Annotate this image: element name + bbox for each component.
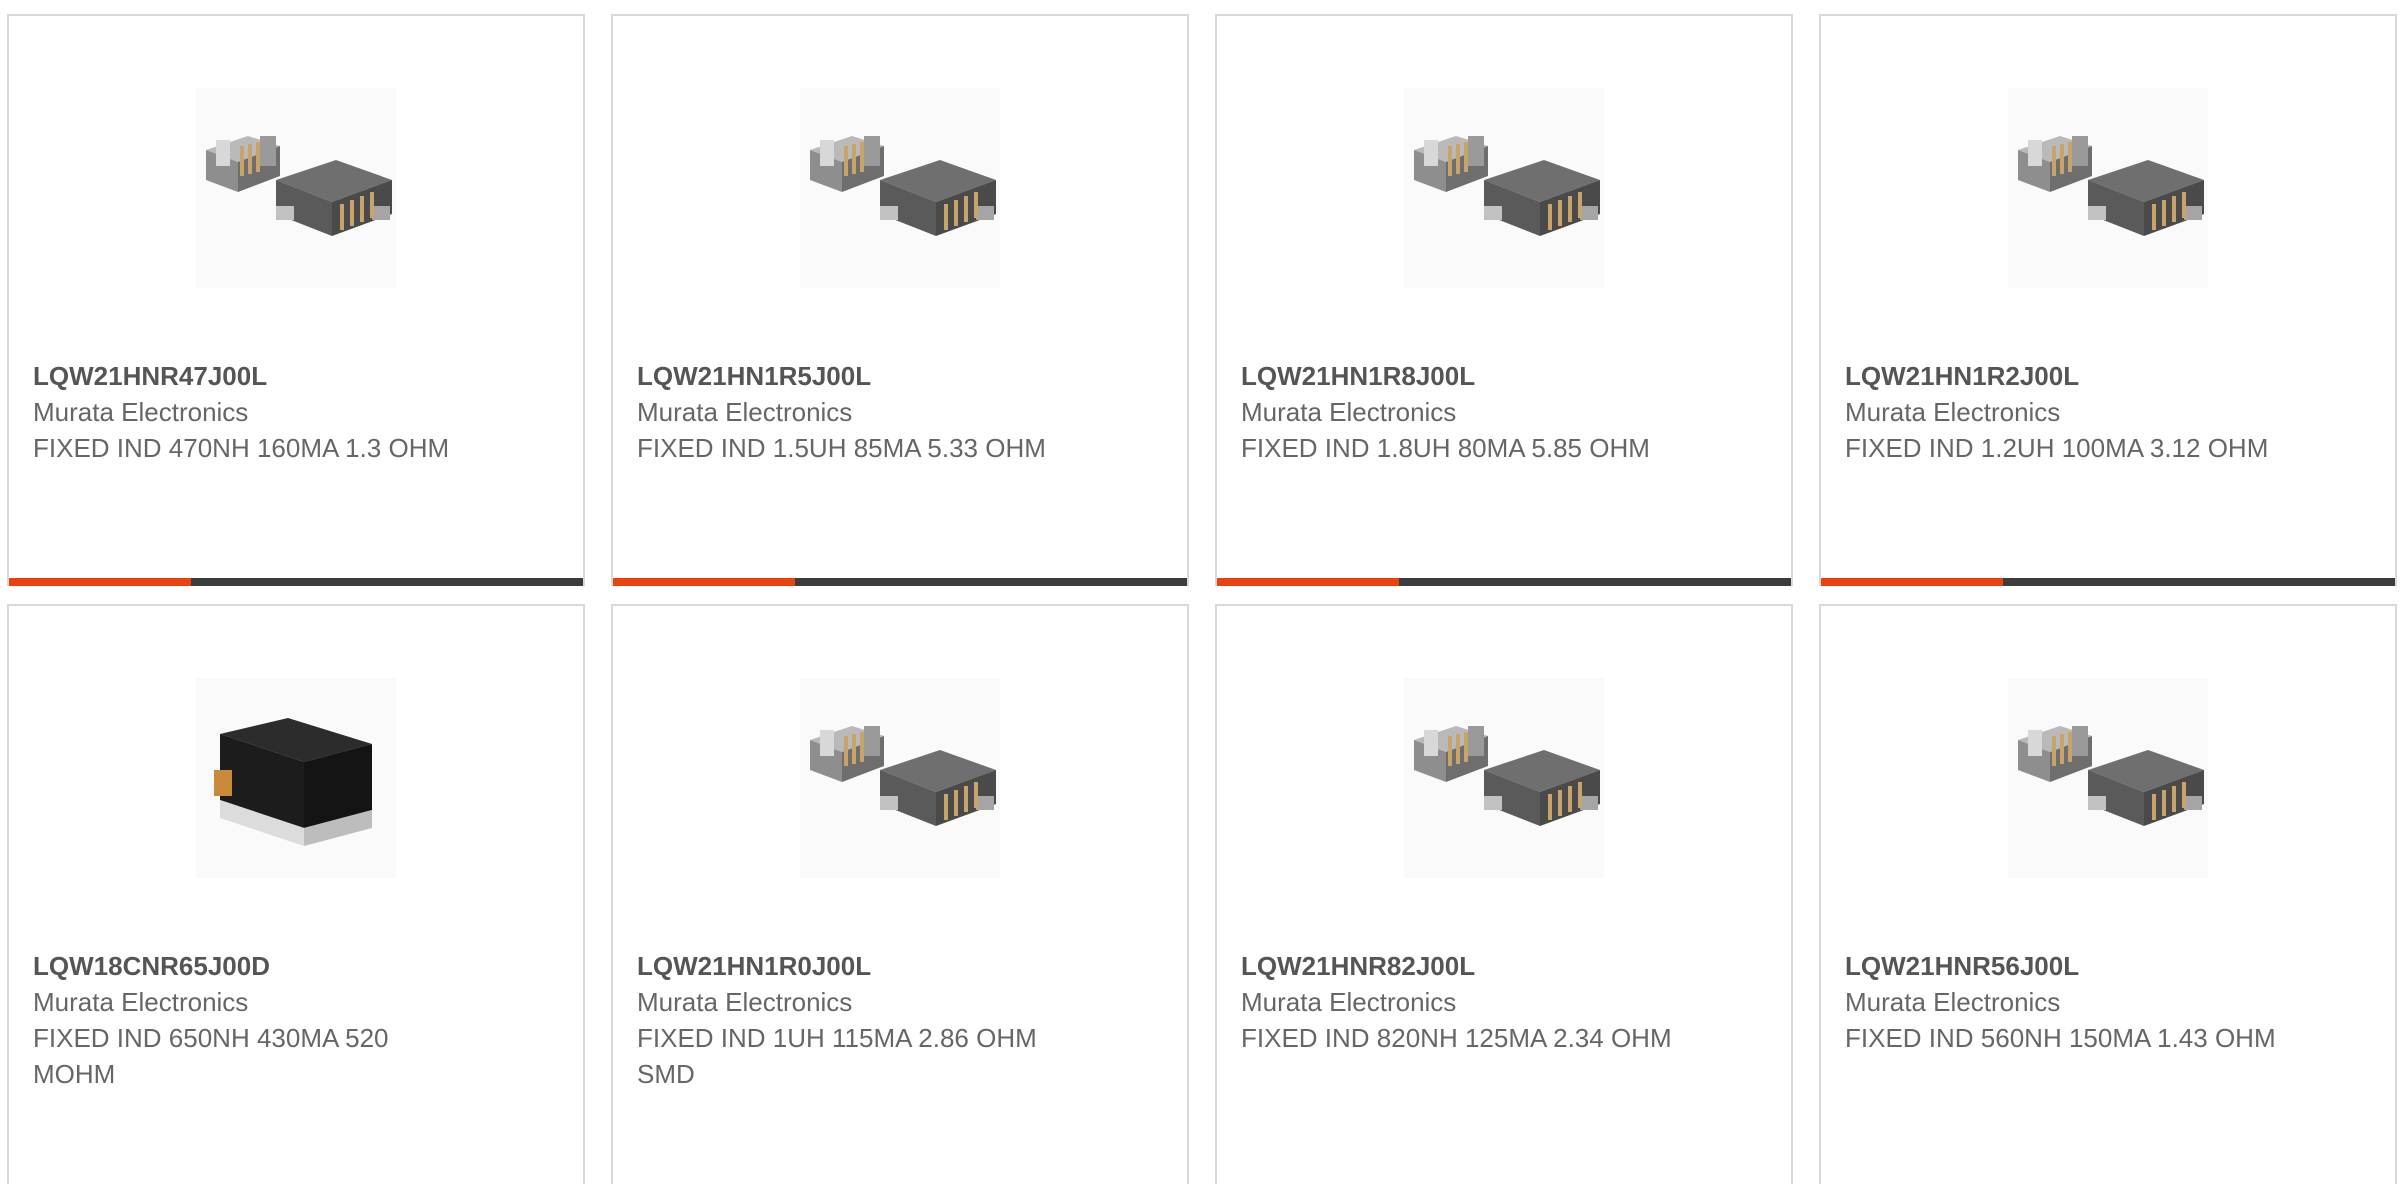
manufacturer-name: Murata Electronics [637, 987, 853, 1017]
product-description: FIXED IND 1.2UH 100MA 3.12 OHM [1845, 433, 2269, 463]
wirewound-inductor-pair-icon [808, 724, 998, 828]
product-info: LQW21HN1R2J00L Murata Electronics FIXED … [1845, 358, 2285, 466]
wirewound-inductor-pair-icon [2016, 134, 2206, 238]
product-image[interactable] [800, 678, 1000, 878]
product-card[interactable]: LQW21HNR47J00L Murata Electronics FIXED … [7, 14, 585, 586]
accent-segment [9, 578, 191, 586]
part-number-link[interactable]: LQW21HN1R2J00L [1845, 358, 2285, 394]
product-info: LQW21HN1R5J00L Murata Electronics FIXED … [637, 358, 1077, 466]
product-card[interactable]: LQW21HN1R8J00L Murata Electronics FIXED … [1215, 14, 1793, 586]
product-description: FIXED IND 470NH 160MA 1.3 OHM [33, 433, 450, 463]
product-description: FIXED IND 1.5UH 85MA 5.33 OHM [637, 433, 1046, 463]
product-card[interactable]: LQW21HNR82J00L Murata Electronics FIXED … [1215, 604, 1793, 1184]
wirewound-inductor-pair-icon [1412, 724, 1602, 828]
product-image[interactable] [2008, 678, 2208, 878]
accent-segment [613, 578, 795, 586]
part-number-link[interactable]: LQW18CNR65J00D [33, 948, 473, 984]
wirewound-inductor-pair-icon [808, 134, 998, 238]
product-card[interactable]: LQW21HN1R2J00L Murata Electronics FIXED … [1819, 14, 2397, 586]
product-image[interactable] [1404, 88, 1604, 288]
accent-segment [1821, 578, 2003, 586]
part-number-link[interactable]: LQW21HN1R0J00L [637, 948, 1077, 984]
product-description: FIXED IND 1.8UH 80MA 5.85 OHM [1241, 433, 1650, 463]
product-info: LQW21HN1R8J00L Murata Electronics FIXED … [1241, 358, 1681, 466]
product-info: LQW21HNR56J00L Murata Electronics FIXED … [1845, 948, 2285, 1056]
product-description: FIXED IND 820NH 125MA 2.34 OHM [1241, 1023, 1672, 1053]
product-info: LQW21HNR82J00L Murata Electronics FIXED … [1241, 948, 1681, 1056]
part-number-link[interactable]: LQW21HNR82J00L [1241, 948, 1681, 984]
product-image[interactable] [196, 678, 396, 878]
product-description: FIXED IND 650NH 430MA 520 MOHM [33, 1023, 389, 1089]
card-accent-bar [1217, 578, 1791, 586]
wirewound-inductor-pair-icon [2016, 724, 2206, 828]
product-description: FIXED IND 1UH 115MA 2.86 OHM SMD [637, 1023, 1037, 1089]
manufacturer-name: Murata Electronics [637, 397, 853, 427]
manufacturer-name: Murata Electronics [1845, 987, 2061, 1017]
card-accent-bar [613, 578, 1187, 586]
card-accent-bar [9, 578, 583, 586]
product-card[interactable]: LQW21HN1R5J00L Murata Electronics FIXED … [611, 14, 1189, 586]
part-number-link[interactable]: LQW21HNR47J00L [33, 358, 473, 394]
product-image[interactable] [2008, 88, 2208, 288]
manufacturer-name: Murata Electronics [33, 987, 249, 1017]
manufacturer-name: Murata Electronics [1845, 397, 2061, 427]
wirewound-inductor-pair-icon [1412, 134, 1602, 238]
product-image[interactable] [1404, 678, 1604, 878]
part-number-link[interactable]: LQW21HN1R8J00L [1241, 358, 1681, 394]
manufacturer-name: Murata Electronics [1241, 987, 1457, 1017]
part-number-link[interactable]: LQW21HN1R5J00L [637, 358, 1077, 394]
black-chip-inductor-icon [214, 718, 372, 846]
product-description: FIXED IND 560NH 150MA 1.43 OHM [1845, 1023, 2276, 1053]
product-image[interactable] [196, 88, 396, 288]
manufacturer-name: Murata Electronics [1241, 397, 1457, 427]
product-card[interactable]: LQW21HNR56J00L Murata Electronics FIXED … [1819, 604, 2397, 1184]
product-info: LQW21HNR47J00L Murata Electronics FIXED … [33, 358, 473, 466]
product-card[interactable]: LQW21HN1R0J00L Murata Electronics FIXED … [611, 604, 1189, 1184]
product-grid: LQW21HNR47J00L Murata Electronics FIXED … [0, 0, 2400, 1184]
product-image[interactable] [800, 88, 1000, 288]
wirewound-inductor-pair-icon [204, 134, 394, 238]
card-accent-bar [1821, 578, 2395, 586]
product-info: LQW21HN1R0J00L Murata Electronics FIXED … [637, 948, 1077, 1092]
part-number-link[interactable]: LQW21HNR56J00L [1845, 948, 2285, 984]
product-info: LQW18CNR65J00D Murata Electronics FIXED … [33, 948, 473, 1092]
product-card[interactable]: LQW18CNR65J00D Murata Electronics FIXED … [7, 604, 585, 1184]
manufacturer-name: Murata Electronics [33, 397, 249, 427]
accent-segment [1217, 578, 1399, 586]
